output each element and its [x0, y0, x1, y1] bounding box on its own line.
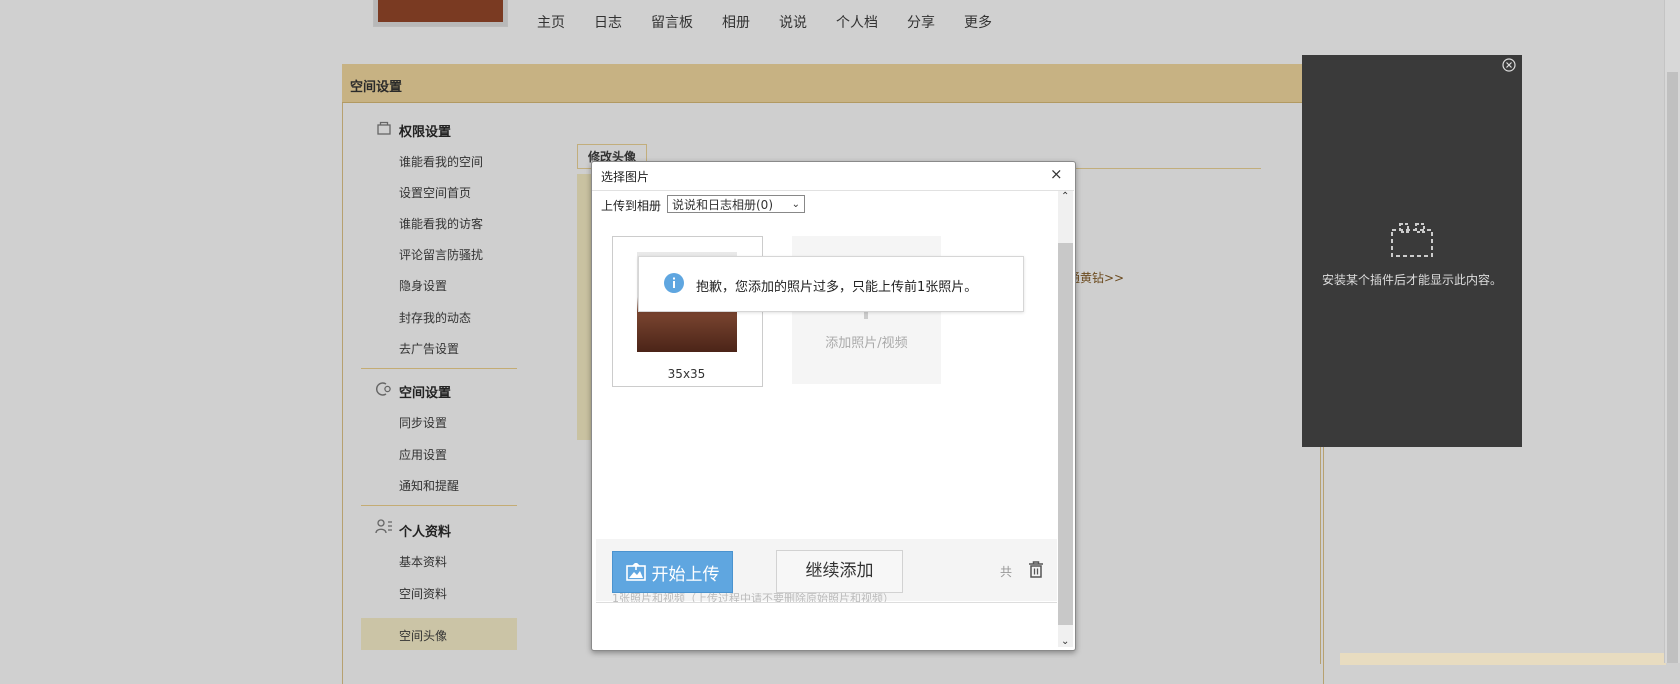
sidebar-item-anti-harass[interactable]: 评论留言防骚扰: [399, 246, 483, 263]
sidebar-item-notifications[interactable]: 通知和提醒: [399, 477, 459, 494]
hint-divider: [596, 602, 1057, 603]
close-icon[interactable]: [1502, 58, 1516, 72]
info-icon: [664, 273, 684, 293]
dialog-close-button[interactable]: ×: [1050, 165, 1063, 183]
sidebar-item-who-can-view[interactable]: 谁能看我的空间: [399, 153, 483, 170]
sidebar-item-homepage[interactable]: 设置空间首页: [399, 184, 471, 201]
bottom-banner: [1340, 653, 1666, 665]
sidebar-item-visitors[interactable]: 谁能看我的访客: [399, 215, 483, 232]
sidebar-item-stealth[interactable]: 隐身设置: [399, 277, 447, 294]
total-count-label: 共: [1000, 565, 1013, 579]
nav-more[interactable]: 更多: [964, 12, 992, 32]
start-upload-button[interactable]: 开始上传: [612, 551, 733, 593]
dialog-title: 选择图片: [601, 170, 650, 184]
upload-to-album-label: 上传到相册: [601, 199, 662, 213]
page-scrollbar[interactable]: [1664, 0, 1680, 663]
album-select[interactable]: 说说和日志相册(0) ⌄: [667, 195, 805, 213]
album-select-value: 说说和日志相册(0): [672, 198, 773, 212]
top-navigation: 主页 日志 留言板 相册 说说 个人档 分享 更多: [537, 12, 1021, 32]
user-avatar[interactable]: [373, 0, 508, 27]
toast-message: 抱歉，您添加的照片过多，只能上传前1张照片。: [696, 280, 978, 295]
nav-home[interactable]: 主页: [537, 12, 565, 32]
sidebar-item-no-ads[interactable]: 去广告设置: [399, 340, 459, 357]
sidebar-item-basic-info[interactable]: 基本资料: [399, 553, 447, 570]
sidebar-group-permissions: 权限设置: [399, 125, 452, 140]
sidebar-item-sync[interactable]: 同步设置: [399, 414, 447, 431]
settings-icon: [376, 382, 391, 396]
panel-title: 空间设置: [350, 80, 403, 95]
scroll-up-icon[interactable]: ⌃: [1061, 191, 1069, 202]
nav-message-board[interactable]: 留言板: [651, 12, 693, 32]
upload-image-icon: [625, 563, 646, 581]
sidebar-divider: [361, 368, 517, 369]
yellow-diamond-link[interactable]: 通黄钻>>: [1068, 269, 1124, 286]
photo-size-label: 35x35: [667, 367, 706, 381]
lock-icon: [377, 121, 391, 135]
sidebar-item-space-info[interactable]: 空间资料: [399, 585, 447, 602]
nav-profile[interactable]: 个人档: [836, 12, 878, 32]
sidebar-divider: [361, 505, 517, 506]
add-photo-label: 添加照片/视频: [825, 336, 908, 351]
nav-blog[interactable]: 日志: [594, 12, 622, 32]
plugin-icon: [1391, 223, 1433, 257]
start-upload-label: 开始上传: [651, 564, 720, 585]
sidebar-item-avatar[interactable]: 空间头像: [399, 627, 447, 644]
panel-header: [342, 64, 1302, 103]
sidebar-group-personal: 个人资料: [399, 525, 452, 540]
chevron-down-icon: ⌄: [791, 199, 800, 210]
nav-moments[interactable]: 说说: [779, 12, 807, 32]
continue-add-button[interactable]: 继续添加: [776, 550, 903, 593]
profile-icon: [375, 519, 392, 534]
nav-share[interactable]: 分享: [907, 12, 935, 32]
dialog-title-divider: [592, 190, 1074, 191]
plugin-message: 安装某个插件后才能显示此内容。: [1321, 273, 1502, 287]
dialog-scrollbar[interactable]: ⌃ ⌄: [1058, 191, 1073, 647]
trash-icon[interactable]: [1028, 561, 1044, 578]
sidebar-item-archive[interactable]: 封存我的动态: [399, 309, 471, 326]
nav-album[interactable]: 相册: [722, 12, 750, 32]
sidebar-group-space: 空间设置: [399, 386, 452, 401]
sidebar-item-apps[interactable]: 应用设置: [399, 446, 447, 463]
scroll-down-icon[interactable]: ⌄: [1061, 636, 1069, 647]
